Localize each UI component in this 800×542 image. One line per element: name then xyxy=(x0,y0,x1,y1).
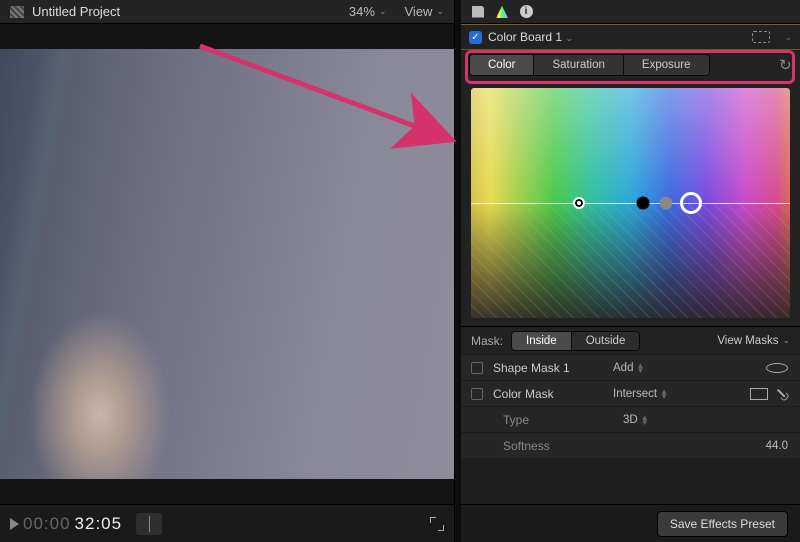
color-board[interactable] xyxy=(471,88,790,318)
param-name: Softness xyxy=(503,439,613,453)
view-masks-label: View Masks xyxy=(717,335,778,347)
project-icon xyxy=(10,6,24,18)
color-board-lower-hatch xyxy=(471,203,790,318)
view-menu[interactable]: View ⌄ xyxy=(405,4,445,19)
tab-saturation[interactable]: Saturation xyxy=(534,55,623,75)
chevron-down-icon[interactable]: ⌄ xyxy=(784,32,792,43)
stepper-icon: ▲▼ xyxy=(641,415,649,425)
transport-bar: 00:00 32:05 xyxy=(0,504,454,542)
mask-mode-row: Mask: Inside Outside View Masks ⌄ xyxy=(461,326,800,354)
save-effects-preset-button[interactable]: Save Effects Preset xyxy=(657,511,788,537)
mask-enable-checkbox[interactable] xyxy=(471,362,483,374)
midtones-puck[interactable] xyxy=(637,197,650,210)
zoom-value: 34% xyxy=(349,4,375,19)
chevron-down-icon: ⌄ xyxy=(379,6,387,17)
mask-enable-checkbox[interactable] xyxy=(471,388,483,400)
color-board-tabs: Color Saturation Exposure ↺ xyxy=(461,50,800,80)
param-value[interactable]: 44.0 xyxy=(750,440,788,452)
highlights-puck[interactable] xyxy=(573,197,585,209)
mask-segment: Inside Outside xyxy=(511,331,640,351)
project-title: Untitled Project xyxy=(32,4,120,19)
chevron-down-icon: ⌄ xyxy=(565,33,573,43)
effect-name-dropdown[interactable]: Color Board 1 ⌄ xyxy=(488,30,573,44)
video-frame xyxy=(0,49,454,479)
mask-shape-icon[interactable] xyxy=(752,31,770,43)
mask-blend-mode[interactable]: Add ▲▼ xyxy=(613,362,693,374)
param-name: Type xyxy=(503,413,613,427)
stepper-icon: ▲▼ xyxy=(660,389,668,399)
mask-row-color: Color Mask Intersect ▲▼ xyxy=(461,380,800,406)
inspector-footer: Save Effects Preset xyxy=(461,504,800,542)
mask-row-shape: Shape Mask 1 Add ▲▼ xyxy=(461,354,800,380)
video-viewport[interactable] xyxy=(0,24,454,504)
zoom-dropdown[interactable]: 34% ⌄ xyxy=(349,4,387,19)
tab-color[interactable]: Color xyxy=(470,55,534,75)
chevron-down-icon: ⌄ xyxy=(782,335,790,346)
mask-row-softness: Softness 44.0 xyxy=(461,432,800,458)
ellipse-icon[interactable] xyxy=(766,363,788,373)
mask-name[interactable]: Color Mask xyxy=(493,387,603,401)
color-inspector-icon[interactable] xyxy=(495,5,509,19)
mask-list: Shape Mask 1 Add ▲▼ Color Mask Intersect… xyxy=(461,354,800,458)
inspector-toolbar: i xyxy=(461,0,800,24)
shadows-puck[interactable] xyxy=(659,197,672,210)
mask-blend-mode[interactable]: Intersect ▲▼ xyxy=(613,388,693,400)
effect-header: ✓ Color Board 1 ⌄ ⌄ xyxy=(461,24,800,50)
effect-enable-checkbox[interactable]: ✓ xyxy=(469,31,482,44)
inspector-pane: i ✓ Color Board 1 ⌄ ⌄ Color Saturation E… xyxy=(461,0,800,542)
reset-icon[interactable]: ↺ xyxy=(779,56,792,74)
mask-name[interactable]: Shape Mask 1 xyxy=(493,361,603,375)
save-icon[interactable] xyxy=(471,5,485,19)
effect-name: Color Board 1 xyxy=(488,30,562,44)
chevron-down-icon: ⌄ xyxy=(436,6,444,17)
tab-exposure[interactable]: Exposure xyxy=(624,55,709,75)
stepper-icon: ▲▼ xyxy=(636,363,644,373)
timecode-prefix: 00:00 xyxy=(23,514,71,534)
view-label: View xyxy=(405,4,433,19)
mask-inside[interactable]: Inside xyxy=(512,332,572,350)
mini-scrubber[interactable] xyxy=(136,513,162,535)
timecode-main: 32:05 xyxy=(75,514,123,534)
color-swatch[interactable] xyxy=(750,388,768,400)
mask-outside[interactable]: Outside xyxy=(572,332,640,350)
play-button[interactable] xyxy=(10,518,19,530)
info-icon[interactable]: i xyxy=(519,5,533,19)
fullscreen-icon[interactable] xyxy=(430,517,444,531)
mask-label: Mask: xyxy=(471,334,503,348)
view-masks-menu[interactable]: View Masks ⌄ xyxy=(717,335,790,347)
viewer-pane: Untitled Project 34% ⌄ View ⌄ 00:00 32:0… xyxy=(0,0,455,542)
viewer-header: Untitled Project 34% ⌄ View ⌄ xyxy=(0,0,454,24)
tab-segment: Color Saturation Exposure xyxy=(469,54,710,76)
color-board-midline xyxy=(471,203,790,204)
eyedropper-icon[interactable] xyxy=(774,385,791,402)
global-puck[interactable] xyxy=(680,192,702,214)
color-board-area xyxy=(461,80,800,326)
mask-row-type: Type 3D ▲▼ xyxy=(461,406,800,432)
param-value-dropdown[interactable]: 3D ▲▼ xyxy=(623,414,703,426)
app-root: Untitled Project 34% ⌄ View ⌄ 00:00 32:0… xyxy=(0,0,800,542)
